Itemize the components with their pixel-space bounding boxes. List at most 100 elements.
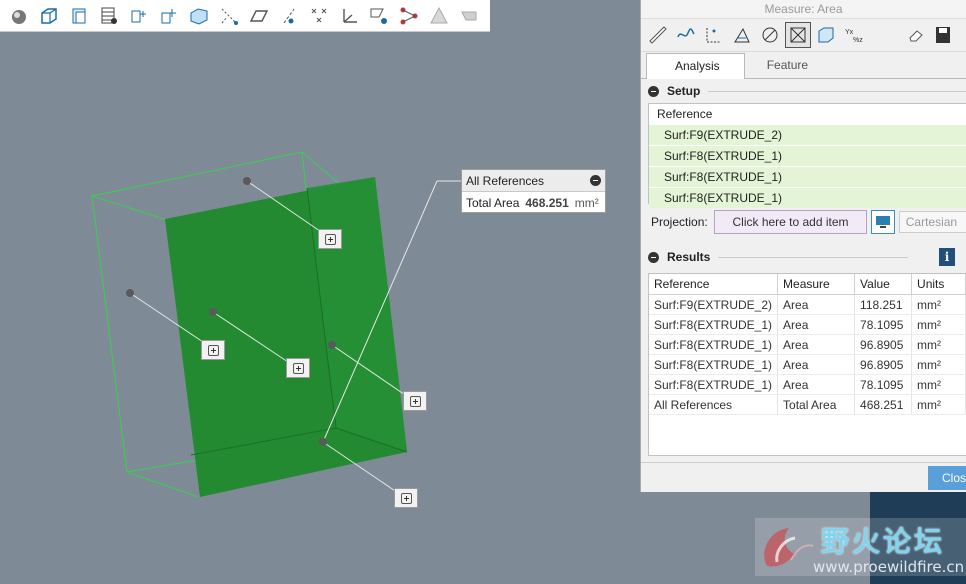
col-value[interactable]: Value [854,274,913,295]
expand-measure-button[interactable] [318,229,342,249]
table-row[interactable]: Surf:F9(EXTRUDE_2) Area 118.251 mm² [649,294,966,315]
cell-units: mm² [911,354,966,375]
col-measure[interactable]: Measure [777,274,856,295]
expand-measure-button[interactable] [403,391,427,411]
collapse-icon[interactable] [590,175,601,186]
measure-dialog: Measure: Area Yx %z Analysis Feature Setu… [640,0,966,492]
callout-title: All References [466,173,545,188]
callout-unit: mm² [574,195,599,210]
projection-collector[interactable]: Click here to add item [713,210,868,234]
eraser-icon[interactable] [903,22,929,48]
view-manager-icon[interactable] [186,3,212,29]
csys-display-icon[interactable] [336,3,362,29]
axis-display-icon[interactable] [276,3,302,29]
cell-reference: Surf:F8(EXTRUDE_1) [649,334,779,355]
cell-measure: Area [777,314,856,335]
expand-measure-button[interactable] [201,340,225,360]
triangle-icon[interactable] [426,3,452,29]
monitor-icon[interactable] [871,210,895,234]
saved-views-icon[interactable] [126,3,152,29]
cell-units: mm² [911,394,966,415]
cell-value: 78.1095 [854,314,913,335]
expand-measure-button[interactable] [394,488,418,508]
volume-icon[interactable] [813,22,839,48]
plane-display-icon[interactable] [246,3,272,29]
cube-icon[interactable] [36,3,62,29]
reference-collector[interactable]: Reference Surf:F9(EXTRUDE_2) Surf:F8(EXT… [648,103,966,208]
spin-center-icon[interactable] [156,3,182,29]
projection-row: Projection: Click here to add item Carte… [641,209,966,235]
results-section-header[interactable]: Results [648,247,908,267]
table-row[interactable]: All References Total Area 468.251 mm² [649,394,966,415]
cell-measure: Area [777,374,856,395]
plus-icon [324,233,336,245]
cell-measure: Area [777,294,856,315]
appearance-icon[interactable] [6,3,32,29]
callout-label: Total Area [466,195,520,210]
reference-item[interactable]: Surf:F8(EXTRUDE_1) [649,166,966,187]
cell-measure: Total Area [777,394,856,415]
plus-icon [292,362,304,374]
model-viewport[interactable] [0,32,640,584]
reference-header: Reference [657,107,713,121]
collapse-icon[interactable] [648,85,659,97]
dialog-tabs: Analysis Feature [641,52,966,79]
table-row[interactable]: Surf:F8(EXTRUDE_1) Area 96.8905 mm² [649,334,966,355]
close-button[interactable]: Clos [928,466,966,490]
info-icon[interactable]: i [939,248,955,266]
expand-measure-button[interactable] [286,358,310,378]
render-table-icon[interactable] [96,3,122,29]
diameter-icon[interactable] [757,22,783,48]
coordinate-system-select[interactable]: Cartesian [898,211,966,233]
point-display-icon[interactable] [306,3,332,29]
plus-icon [207,344,219,356]
tab-feature[interactable]: Feature [745,53,830,78]
cell-units: mm² [911,374,966,395]
setup-section-header[interactable]: Setup [648,81,966,101]
flatten-icon[interactable] [456,3,482,29]
datum-curve-icon[interactable] [396,3,422,29]
save-icon[interactable] [931,22,957,48]
cell-reference: Surf:F9(EXTRUDE_2) [649,294,779,315]
graphics-toolbar [0,0,490,32]
table-row[interactable]: Surf:F8(EXTRUDE_1) Area 96.8905 mm² [649,354,966,375]
cell-measure: Area [777,354,856,375]
svg-text:%z: %z [853,37,863,44]
reference-item[interactable]: Surf:F9(EXTRUDE_2) [649,124,966,145]
tab-analysis[interactable]: Analysis [646,53,745,79]
length-icon[interactable] [645,22,671,48]
setup-title: Setup [667,84,701,98]
callout-value: 468.251 [525,195,569,210]
cell-reference: All References [649,394,779,415]
table-row[interactable]: Surf:F8(EXTRUDE_1) Area 78.1095 mm² [649,314,966,335]
cell-value: 96.8905 [854,354,913,375]
curvature-icon[interactable]: Yx %z [841,22,867,48]
reference-item[interactable]: Surf:F8(EXTRUDE_1) [649,145,966,166]
annotation-display-icon[interactable] [366,3,392,29]
collapse-icon[interactable] [648,251,659,263]
angle-icon[interactable] [701,22,727,48]
distance-icon[interactable] [673,22,699,48]
cell-reference: Surf:F8(EXTRUDE_1) [649,314,779,335]
col-reference[interactable]: Reference [649,274,779,295]
watermark-title: 野火论坛 [821,525,946,558]
dialog-title: Measure: Area [641,0,966,19]
transform-icon[interactable] [729,22,755,48]
measure-toolbar: Yx %z [641,19,966,52]
area-icon[interactable] [785,22,811,48]
total-area-callout[interactable]: All References Total Area 468.251 mm² [461,169,606,213]
display-style-icon[interactable] [66,3,92,29]
col-units[interactable]: Units [911,274,966,295]
cell-reference: Surf:F8(EXTRUDE_1) [649,374,779,395]
reference-item[interactable]: Surf:F8(EXTRUDE_1) [649,187,966,208]
cell-value: 96.8905 [854,334,913,355]
watermark: 野火论坛 www.proewildfire.cn [755,516,966,580]
cell-measure: Area [777,334,856,355]
table-row[interactable]: Surf:F8(EXTRUDE_1) Area 78.1095 mm² [649,374,966,395]
results-table: Reference Measure Value Units Surf:F9(EX… [648,273,966,456]
perspective-icon[interactable] [216,3,242,29]
watermark-url: www.proewildfire.cn [813,558,965,576]
cell-value: 118.251 [854,294,913,315]
svg-text:Yx: Yx [845,29,854,36]
projection-label: Projection: [651,215,708,229]
